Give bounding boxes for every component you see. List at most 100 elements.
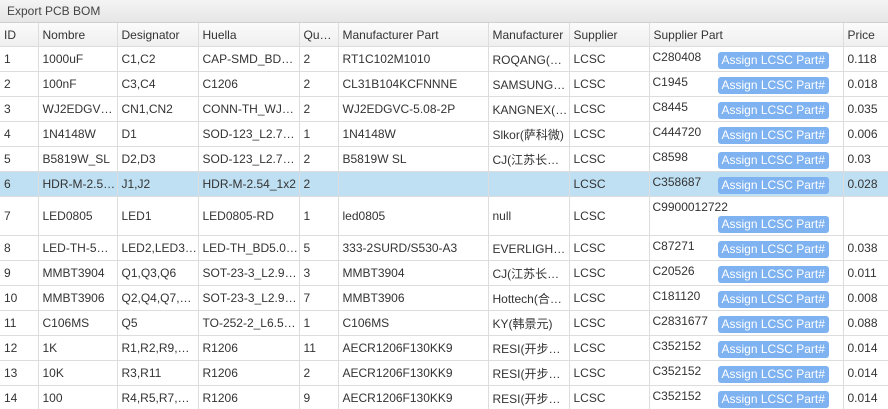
cell-manufacturer: EVERLIGHT(亿光) [488, 235, 570, 261]
cell-id: 4 [0, 121, 39, 147]
cell-id: 11 [0, 310, 39, 336]
assign-lcsc-part-button[interactable]: Assign LCSC Part# [717, 241, 829, 258]
cell-designator: D1 [117, 121, 199, 147]
col-header-manufacturer[interactable]: Manufacturer [488, 23, 570, 47]
cell-id: 10 [0, 285, 39, 311]
supplier-part-code: C2831677 [652, 314, 708, 328]
assign-lcsc-part-button[interactable]: Assign LCSC Part# [717, 77, 829, 94]
cell-manufacturer-part: AECR1206F130KK9 [338, 335, 489, 361]
cell-manufacturer-part: CL31B104KCFNNNE [338, 71, 489, 97]
cell-quantity: 1 [299, 121, 339, 147]
cell-designator: LED1 [117, 196, 199, 236]
cell-quantity: 3 [299, 260, 339, 286]
cell-quantity: 9 [299, 385, 339, 409]
cell-designator: Q5 [117, 310, 199, 336]
table-row[interactable]: 8LED-TH-5mm_RLED2,LED3,LED4,LED5,LED6LED… [0, 235, 888, 261]
assign-lcsc-part-button[interactable]: Assign LCSC Part# [717, 52, 829, 69]
assign-lcsc-part-button[interactable]: Assign LCSC Part# [717, 177, 829, 194]
table-row[interactable]: 7 LED0805 LED1 LED0805-RD 1 led0805 null LCSC C9… [0, 196, 888, 236]
table-row[interactable]: 41N4148WD1SOD-123_L2.7-W1.6-LS3.7-RD11N4… [0, 121, 888, 147]
cell-supplier: LCSC [569, 121, 650, 147]
assign-lcsc-part-button[interactable]: Assign LCSC Part# [717, 216, 829, 233]
cell-footprint: LED0805-RD [198, 196, 300, 236]
cell-footprint: SOT-23-3_L2.9-W1.3-P1.90-LS2.4-BR [198, 285, 300, 311]
supplier-part-code: C20526 [652, 264, 695, 278]
assign-lcsc-part-button[interactable]: Assign LCSC Part# [717, 266, 829, 283]
table-row[interactable]: 13 10K R3,R11 R1206 2 AECR1206F130KK9 RESI(开步睿… [0, 360, 888, 386]
cell-manufacturer-part: MMBT3904 [338, 260, 489, 286]
col-header-manufacturer-part[interactable]: Manufacturer Part [338, 23, 489, 47]
col-header-name[interactable]: Nombre [38, 23, 118, 47]
cell-name: HDR-M-2.54_1x2 [38, 171, 118, 197]
table-row[interactable]: 9MMBT3904Q1,Q3,Q6SOT-23-3_L2.9-W1.3-P1.9… [0, 260, 888, 286]
cell-manufacturer: SAMSUNG(三星) [488, 71, 570, 97]
assign-lcsc-part-button[interactable]: Assign LCSC Part# [717, 316, 829, 333]
cell-name: WJ2EDGVC-5.08-2P [38, 96, 118, 122]
col-header-footprint[interactable]: Huella [198, 23, 300, 47]
cell-manufacturer-part: AECR1206F130KK9 [338, 385, 489, 409]
assign-lcsc-part-button[interactable]: Assign LCSC Part# [717, 341, 829, 358]
cell-supplier: LCSC [569, 260, 650, 286]
cell-supplier-part: C8445 Assign LCSC Part# [649, 96, 844, 122]
bom-rows: 11000uFC1,C2CAP-SMD_BD10.0-L10.3-W10.3-F… [0, 46, 888, 409]
supplier-part-code: C87271 [652, 239, 695, 253]
table-row[interactable]: 6HDR-M-2.54_1x2J1,J2HDR-M-2.54_1x22LCSCC… [0, 171, 888, 197]
col-header-price[interactable]: Price [843, 23, 888, 47]
assign-lcsc-part-button[interactable]: Assign LCSC Part# [717, 127, 829, 144]
table-row[interactable]: 121KR1,R2,R9,R12,R13,R14,R15,R16,R17,R18… [0, 335, 888, 361]
cell-supplier-part: C181120 Assign LCSC Part# [649, 285, 844, 311]
table-row[interactable]: 5B5819W_SLD2,D3SOD-123_L2.7-W1.6-LS3.7-R… [0, 146, 888, 172]
col-header-supplier-part[interactable]: Supplier Part [649, 23, 844, 47]
supplier-part-code: C8445 [652, 100, 688, 114]
assign-lcsc-part-button[interactable]: Assign LCSC Part# [717, 391, 829, 408]
cell-designator: Q1,Q3,Q6 [117, 260, 199, 286]
cell-supplier: LCSC [569, 171, 650, 197]
cell-id: 2 [0, 71, 39, 97]
export-bom-dialog: Export PCB BOM ID Nombre Designator Huel… [0, 0, 888, 409]
cell-manufacturer-part: WJ2EDGVC-5.08-2P [338, 96, 489, 122]
table-row[interactable]: 11C106MSQ5TO-252-2_L6.5-W6.1-P4.58-LS9.9… [0, 310, 888, 336]
cell-name: 10K [38, 360, 118, 386]
cell-quantity: 2 [299, 146, 339, 172]
table-row[interactable]: 14100R4,R5,R7,R8,R10,R20,R21,R22,R23R120… [0, 385, 888, 409]
table-row[interactable]: 3WJ2EDGVC-5.08-2PCN1,CN2CONN-TH_WJ2EDGVC… [0, 96, 888, 122]
cell-price: 0.03 [843, 146, 888, 172]
cell-id: 14 [0, 385, 39, 409]
assign-lcsc-part-button[interactable]: Assign LCSC Part# [717, 102, 829, 119]
dialog-title: Export PCB BOM [0, 0, 888, 23]
cell-id: 1 [0, 46, 39, 72]
cell-price: 0.014 [843, 385, 888, 409]
cell-manufacturer: KANGNEX(康尼) [488, 96, 570, 122]
cell-id: 8 [0, 235, 39, 261]
cell-footprint: SOD-123_L2.7-W1.6-LS3.7-RD [198, 146, 300, 172]
cell-id: 12 [0, 335, 39, 361]
col-header-designator[interactable]: Designator [117, 23, 199, 47]
cell-manufacturer-part: AECR1206F130KK9 [338, 360, 489, 386]
assign-lcsc-part-button[interactable]: Assign LCSC Part# [717, 152, 829, 169]
cell-supplier: LCSC [569, 196, 650, 236]
supplier-part-code: C1945 [652, 75, 688, 89]
table-row[interactable]: 11000uFC1,C2CAP-SMD_BD10.0-L10.3-W10.3-F… [0, 46, 888, 72]
col-header-quantity[interactable]: Quantity [299, 23, 339, 47]
cell-manufacturer: RESI(开步睿思) [488, 335, 570, 361]
cell-manufacturer: null [488, 196, 570, 236]
assign-lcsc-part-button[interactable]: Assign LCSC Part# [717, 366, 829, 383]
col-header-supplier[interactable]: Supplier [569, 23, 650, 47]
assign-lcsc-part-button[interactable]: Assign LCSC Part# [717, 291, 829, 308]
supplier-part-code: C352152 [652, 339, 702, 353]
table-row[interactable]: 2 100nF C3,C4 C1206 2 CL31B104KCFNNNE SAMSUNG(… [0, 71, 888, 97]
cell-price: 0.011 [843, 260, 888, 286]
cell-designator: R3,R11 [117, 360, 199, 386]
cell-manufacturer-part: B5819W SL [338, 146, 489, 172]
cell-quantity: 2 [299, 46, 339, 72]
cell-designator: Q2,Q4,Q7,Q8,Q9,Q10,Q11 [117, 285, 199, 311]
cell-name: LED0805 [38, 196, 118, 236]
table-row[interactable]: 10MMBT3906Q2,Q4,Q7,Q8,Q9,Q10,Q11SOT-23-3… [0, 285, 888, 311]
cell-quantity: 1 [299, 196, 339, 236]
cell-price: 0.006 [843, 121, 888, 147]
cell-manufacturer: RESI(开步睿思) [488, 385, 570, 409]
cell-quantity: 11 [299, 335, 339, 361]
cell-footprint: R1206 [198, 335, 300, 361]
cell-supplier-part: C444720 Assign LCSC Part# [649, 121, 844, 147]
col-header-id[interactable]: ID [0, 23, 39, 47]
